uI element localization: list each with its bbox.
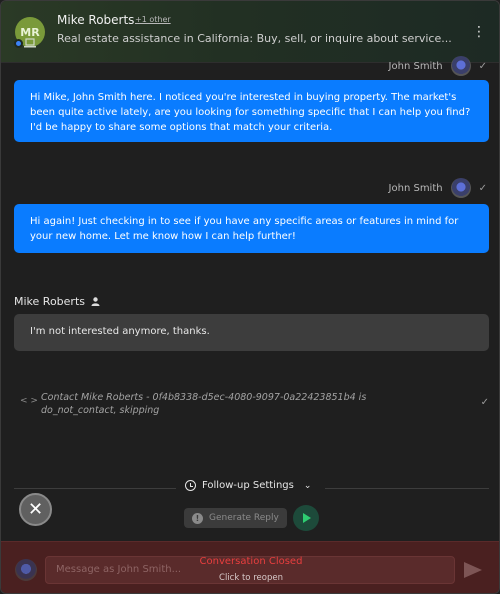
conversation-panel: MR Mike Roberts +1 other Real estate ass… (0, 0, 500, 594)
composer-footer[interactable]: Message as John Smith... Conversation Cl… (1, 541, 499, 593)
person-icon (91, 297, 100, 306)
clock-icon (185, 480, 196, 491)
check-icon: ✓ (478, 182, 487, 194)
followup-label: Follow-up Settings (202, 480, 294, 491)
reopen-link[interactable]: Click to reopen (1, 573, 499, 583)
outgoing-message: Hi again! Just checking in to see if you… (14, 204, 489, 253)
message-text: Hi again! Just checking in to see if you… (30, 216, 459, 242)
message-text: I'm not interested anymore, thanks. (30, 326, 210, 337)
generate-reply-button[interactable]: ! Generate Reply (184, 508, 287, 528)
send-button[interactable] (460, 557, 486, 583)
conversation-closed-label: Conversation Closed (199, 556, 303, 567)
agent-avatar (450, 56, 471, 76)
message-text: Hi Mike, John Smith here. I noticed you'… (30, 92, 471, 133)
other-contacts-link[interactable]: +1 other (135, 15, 171, 24)
inbound-sender-name: Mike Roberts (14, 295, 85, 308)
contact-name[interactable]: Mike Roberts (57, 13, 134, 27)
message-sender-name: John Smith (388, 182, 443, 194)
conversation-header: MR Mike Roberts +1 other Real estate ass… (1, 1, 499, 63)
send-icon (464, 562, 482, 578)
agent-avatar (450, 178, 471, 198)
check-icon: ✓ (478, 60, 487, 72)
code-icon[interactable]: < > (20, 396, 38, 406)
inbound-sender: Mike Roberts (14, 295, 100, 308)
divider (14, 488, 176, 489)
incoming-message: I'm not interested anymore, thanks. (14, 314, 489, 351)
divider (325, 488, 489, 489)
outgoing-message: Hi Mike, John Smith here. I noticed you'… (14, 80, 489, 142)
followup-settings-toggle[interactable]: Follow-up Settings ⌄ (185, 480, 311, 491)
play-button[interactable] (293, 505, 319, 531)
system-event-text: Contact Mike Roberts - 0f4b8338-d5ec-408… (41, 392, 367, 416)
conversation-subtitle: Real estate assistance in California: Bu… (57, 32, 452, 45)
message-sender-name: John Smith (388, 60, 443, 72)
check-icon: ✓ (480, 397, 489, 408)
presence-indicator (14, 39, 23, 48)
laptop-icon (24, 38, 36, 48)
chevron-down-icon: ⌄ (303, 480, 312, 491)
message-sender-line: John Smith ✓ (389, 56, 487, 76)
close-button[interactable]: ✕ (19, 493, 52, 526)
play-icon (303, 513, 311, 523)
message-sender-line: John Smith ✓ (389, 178, 487, 198)
kebab-menu-icon[interactable]: ⋮ (472, 23, 486, 41)
generate-reply-label: Generate Reply (209, 513, 279, 523)
info-icon: ! (192, 512, 203, 524)
